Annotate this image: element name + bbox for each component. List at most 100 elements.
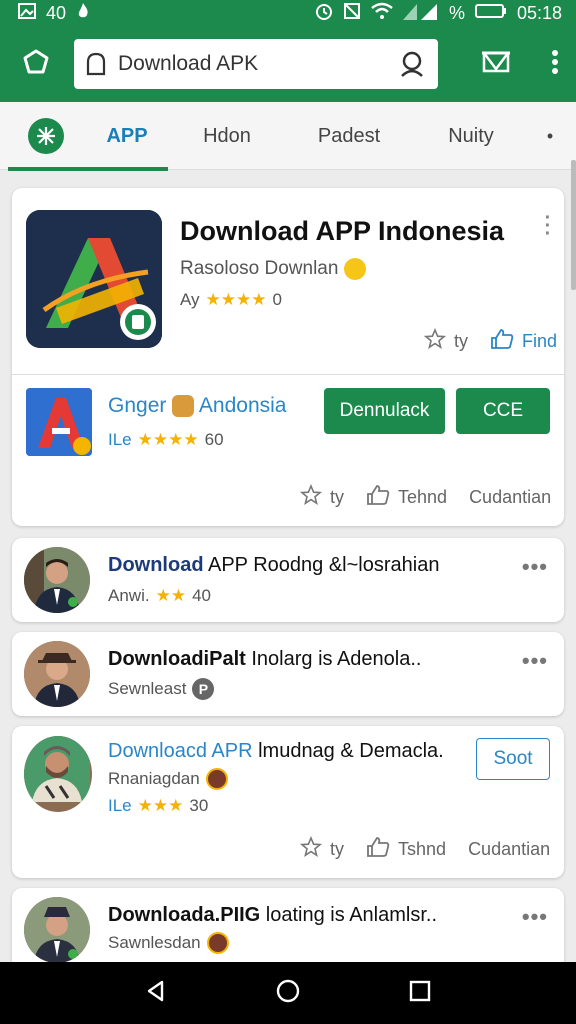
- tab-more-dot[interactable]: •: [540, 102, 560, 170]
- featured-actions: ty Find: [423, 327, 557, 355]
- status-left-text: 40: [46, 2, 67, 23]
- top-toolbar: Download APK: [0, 26, 576, 102]
- hat-emoji-icon: [205, 768, 228, 790]
- home-nav-button[interactable]: [268, 973, 308, 1013]
- home-button[interactable]: [0, 26, 72, 102]
- favorite-action[interactable]: ty: [423, 327, 469, 355]
- sub-app-rating-value: 60: [204, 430, 224, 449]
- wifi-icon: [371, 2, 393, 25]
- featured-subtitle: Rasoloso Downlan: [180, 258, 366, 280]
- sub-app-rating-prefix: ILe: [108, 430, 132, 449]
- list-item-sub-text: Rnaniagdan: [108, 769, 200, 788]
- list-item-title-bold: DownloadiPalt: [108, 648, 246, 670]
- sub-app-action-2-label: Tehnd: [398, 487, 448, 507]
- back-button[interactable]: [136, 973, 176, 1013]
- search-input[interactable]: Download APK: [118, 52, 398, 76]
- featured-rating-prefix: Ay: [180, 290, 200, 309]
- trend-action[interactable]: Tshnd: [366, 836, 446, 863]
- list-item-action-1-label: ty: [330, 839, 345, 859]
- list-item-title-rest: APP Roodng &l~losrahian: [203, 554, 440, 576]
- list-item-title: DownloadiPalt Inolarg is Adenola..: [108, 648, 421, 671]
- featured-app-card[interactable]: Download APP Indonesia Rasoloso Downlan …: [12, 188, 564, 526]
- featured-rating-value: 0: [272, 290, 282, 309]
- smile-emoji-icon: [343, 258, 366, 280]
- overflow-menu-button[interactable]: [532, 26, 576, 102]
- list-item-subtitle: Sawnlesdan: [108, 932, 229, 954]
- tab-padest[interactable]: Padest: [308, 102, 390, 170]
- list-item-title-blue: Downloacd APR: [108, 740, 253, 762]
- sub-app-rating: ILe ★★★★ 60: [108, 430, 224, 450]
- app-logo: [26, 210, 162, 348]
- sub-app-logo: [26, 388, 92, 456]
- thumbs-up-outline-icon: [366, 836, 390, 863]
- list-item[interactable]: DownloadiPalt Inolarg is Adenola.. Sewnl…: [12, 632, 564, 716]
- more-horiz-icon[interactable]: •••: [522, 554, 548, 580]
- list-item-sub-text: Sawnlesdan: [108, 933, 201, 952]
- list-item[interactable]: Downloacd APR lmudnag & Demacla. Rnaniag…: [12, 726, 564, 878]
- tab-app[interactable]: APP: [96, 102, 158, 170]
- home-circle-icon: [275, 978, 301, 1009]
- featured-rating: Ay ★★★★ 0: [180, 290, 282, 310]
- tab-nuity[interactable]: Nuity: [436, 102, 506, 170]
- list-item-action-3[interactable]: Cudantian: [468, 839, 550, 860]
- avatar: [24, 897, 90, 963]
- find-action[interactable]: Find: [490, 328, 557, 355]
- flame-icon: [76, 2, 90, 25]
- star-outline-icon: [299, 483, 323, 511]
- tab-logo-icon[interactable]: [28, 118, 64, 154]
- signal-icon: [402, 2, 439, 25]
- home-outline-icon: [86, 52, 108, 76]
- search-bar[interactable]: Download APK: [74, 39, 438, 89]
- list-item-action-2-label: Tshnd: [398, 839, 447, 859]
- featured-action-1-label: ty: [454, 331, 469, 351]
- hat-emoji-icon: [206, 932, 229, 954]
- download-button[interactable]: Dennulack: [324, 388, 445, 434]
- tab-hdon[interactable]: Hdon: [194, 102, 260, 170]
- star-rating-icon: ★★: [155, 586, 187, 605]
- star-rating-icon: ★★★: [137, 796, 184, 815]
- cast-button[interactable]: [460, 26, 532, 102]
- list-item-rating: ILe ★★★ 30: [108, 796, 208, 816]
- soot-button[interactable]: Soot: [476, 738, 550, 780]
- list-item-rating-value: 30: [189, 796, 209, 815]
- status-time: 05:18: [516, 2, 562, 23]
- favorite-action[interactable]: ty: [299, 483, 344, 511]
- cce-button[interactable]: CCE: [456, 388, 550, 434]
- trend-action[interactable]: Tehnd: [366, 484, 447, 511]
- list-item-subtitle: Rnaniagdan: [108, 768, 228, 790]
- list-item-sub-text: Sewnleast: [108, 679, 187, 698]
- list-item-rating-prefix: ILe: [108, 796, 132, 815]
- sub-app-title: Gnger Andonsia: [108, 394, 286, 418]
- featured-action-2-label: Find: [522, 331, 558, 351]
- search-icon[interactable]: [398, 50, 426, 78]
- system-nav-bar: [0, 962, 576, 1024]
- category-tabs: APP Hdon Padest Nuity •: [0, 102, 576, 171]
- more-horiz-icon[interactable]: •••: [522, 904, 548, 930]
- list-item[interactable]: Download APP Roodng &l~losrahian Anwi. ★…: [12, 538, 564, 622]
- back-triangle-icon: [144, 979, 168, 1008]
- star-outline-icon: [299, 835, 323, 863]
- featured-menu-icon[interactable]: · · ·: [544, 208, 552, 244]
- avatar: [24, 641, 90, 707]
- favorite-action[interactable]: ty: [299, 835, 345, 863]
- mute-icon: [343, 2, 361, 25]
- scrollbar[interactable]: [571, 160, 576, 290]
- sub-app-title-b: Andonsia: [198, 394, 287, 417]
- sub-app-action-3[interactable]: Cudantian: [469, 487, 551, 508]
- list-item-rating-value: 40: [192, 586, 211, 605]
- star-rating-icon: ★★★★: [205, 290, 267, 309]
- featured-title: Download APP Indonesia: [180, 216, 505, 246]
- star-rating-icon: ★★★★: [137, 430, 199, 449]
- more-horiz-icon[interactable]: •••: [522, 648, 548, 674]
- star-outline-icon: [423, 327, 447, 355]
- list-item-title-rest: lmudnag & Demacla.: [252, 740, 444, 762]
- list-item-title: Download APP Roodng &l~losrahian: [108, 554, 439, 577]
- list-item-actions: ty Tshnd Cudantian: [299, 835, 550, 863]
- sub-app-emoji-icon: [172, 395, 195, 418]
- sub-app-actions: ty Tehnd Cudantian: [299, 483, 551, 511]
- list-item-title-rest: Inolarg is Adenola..: [245, 648, 422, 670]
- status-bar: 40 % 05:18: [0, 0, 576, 26]
- avatar: [24, 547, 90, 613]
- image-icon: [18, 2, 36, 24]
- recents-button[interactable]: [400, 973, 440, 1013]
